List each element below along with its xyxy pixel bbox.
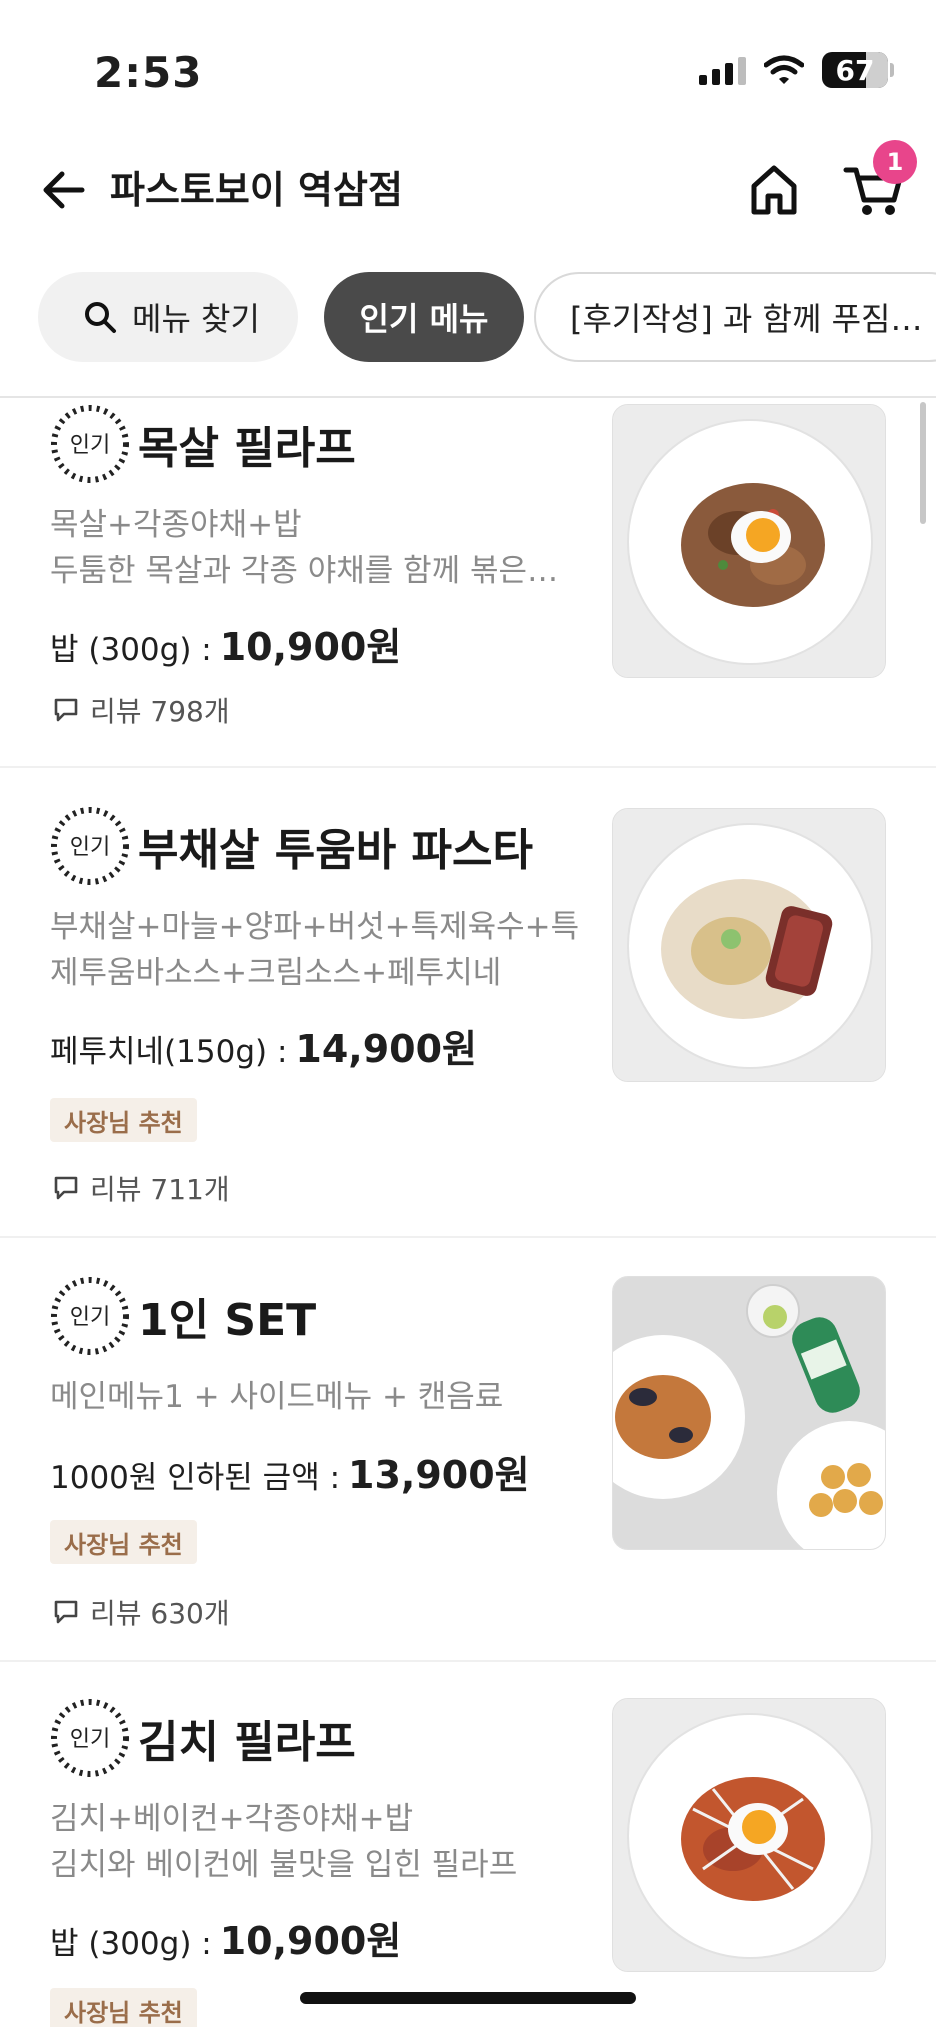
menu-item-reviews: 리뷰 711개 [52,1168,230,1208]
scrollbar[interactable] [920,402,926,524]
set-meal-image [613,1277,885,1549]
cart-count-badge: 1 [873,140,917,184]
popular-badge-icon: 인기 [51,807,129,885]
menu-item[interactable]: 인기 1인 SET 메인메뉴1 + 사이드메뉴 + 캔음료 1000원 인하된 … [0,1238,936,1662]
tab-popular-menu[interactable]: 인기 메뉴 [324,272,524,362]
menu-search-button[interactable]: 메뉴 찾기 [38,272,298,362]
menu-item-photo [612,1276,886,1550]
menu-item[interactable]: 인기 부채살 투움바 파스타 부채살+마늘+양파+버섯+특제육수+특 제투움바소… [0,768,936,1238]
tuscan-pasta-plate-image [613,809,885,1081]
svg-text:인기: 인기 [70,835,110,860]
popular-badge-icon: 인기 [51,1699,129,1777]
tab-review-event[interactable]: [후기작성] 과 함께 푸짐… [534,272,936,362]
menu-item-description: 목살+각종야채+밥 두툼한 목살과 각종 야채를 함께 볶은… [50,507,559,589]
menu-item-name: 김치 필라프 [138,1717,356,1768]
arrow-left-icon [43,171,85,209]
owner-recommend-tag: 사장님 추천 [50,1988,197,2027]
menu-item-price: 10,900원 [219,625,402,669]
home-indicator[interactable] [300,1992,636,2004]
menu-item-price-label: 1000원 인하된 금액 : [50,1460,341,1496]
svg-text:인기: 인기 [70,1727,110,1752]
menu-search-label: 메뉴 찾기 [132,300,260,338]
popular-badge-icon: 인기 [51,1277,129,1355]
menu-item-price-row: 밥 (300g) : 10,900원 [50,616,401,671]
menu-item-price-label: 밥 (300g) : [50,632,212,668]
speech-bubble-icon [54,1176,78,1200]
svg-text:인기: 인기 [70,433,110,458]
menu-item-name: 목살 필라프 [138,423,356,474]
speech-bubble-icon [54,698,78,722]
menu-item-photo [612,404,886,678]
kimchi-pilaf-plate-image [613,1699,885,1971]
menu-item-price: 10,900원 [219,1919,402,1963]
menu-item-description: 메인메뉴1 + 사이드메뉴 + 캔음료 [50,1379,504,1415]
home-button[interactable] [746,160,802,220]
menu-item-reviews: 리뷰 798개 [52,690,230,730]
menu-item-price-row: 1000원 인하된 금액 : 13,900원 [50,1444,530,1499]
menu-item-price-label: 페투치네(150g) : [50,1034,288,1070]
store-header: 파스토보이 역삼점 [0,140,936,240]
owner-recommend-tag: 사장님 추천 [50,1520,197,1564]
menu-item-price: 14,900원 [295,1027,478,1071]
owner-recommend-tag: 사장님 추천 [50,1098,197,1142]
search-icon [85,302,116,333]
pilaf-plate-image [613,405,885,677]
battery-icon: 67 [822,52,894,88]
status-time: 2:53 [94,48,203,97]
status-icons: 67 [699,52,894,88]
menu-item-price-label: 밥 (300g) : [50,1926,212,1962]
popular-badge-icon: 인기 [51,405,129,483]
speech-bubble-icon [54,1600,78,1624]
menu-item-reviews: 리뷰 630개 [52,1592,230,1632]
menu-filter-chips: 메뉴 찾기 인기 메뉴 [후기작성] 과 함께 푸짐… [0,270,936,364]
menu-item-price: 13,900원 [348,1453,530,1497]
menu-item-description: 부채살+마늘+양파+버섯+특제육수+특 제투움바소스+크림소스+페투치네 [50,909,580,991]
battery-level: 67 [835,53,875,87]
cellular-signal-icon [699,55,746,85]
menu-item-photo [612,808,886,1082]
back-button[interactable] [36,162,92,218]
menu-item-name: 1인 SET [138,1295,317,1346]
svg-text:인기: 인기 [70,1305,110,1330]
popular-menu-list: 인기 목살 필라프 목살+각종야채+밥 두툼한 목살과 각종 야채를 함께 볶은… [0,398,936,2027]
menu-item[interactable]: 인기 김치 필라프 김치+베이컨+각종야채+밥 김치와 베이컨에 불맛을 입힌 … [0,1662,936,2027]
wifi-icon [764,55,804,84]
menu-item-description: 김치+베이컨+각종야채+밥 김치와 베이컨에 불맛을 입힌 필라프 [50,1801,518,1883]
menu-item-price-row: 페투치네(150g) : 14,900원 [50,1018,477,1073]
menu-item-name: 부채살 투움바 파스타 [138,825,533,876]
store-title: 파스토보이 역삼점 [110,168,403,212]
menu-item-photo [612,1698,886,1972]
home-icon [751,165,797,215]
menu-item-price-row: 밥 (300g) : 10,900원 [50,1910,401,1965]
status-bar: 2:53 67 [0,0,936,130]
menu-item[interactable]: 인기 목살 필라프 목살+각종야채+밥 두툼한 목살과 각종 야채를 함께 볶은… [0,398,936,768]
